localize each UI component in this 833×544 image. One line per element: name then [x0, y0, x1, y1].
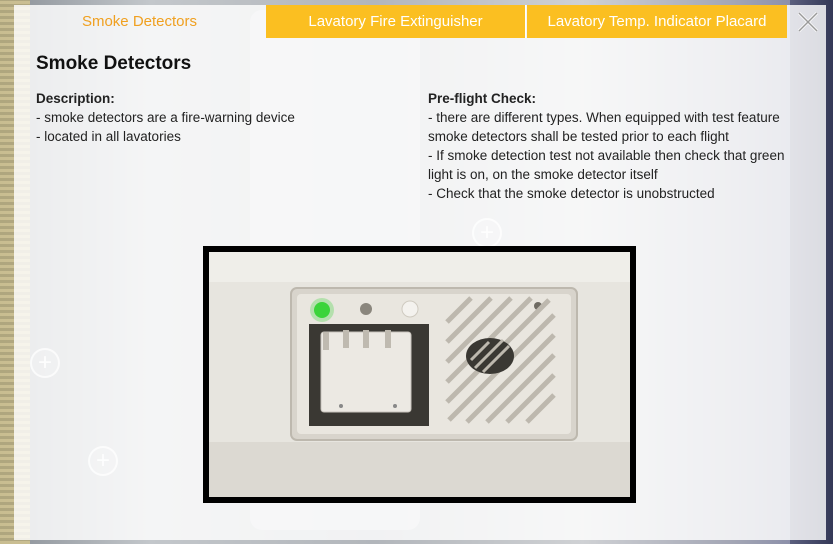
smoke-detector-photo: [203, 246, 636, 503]
preflight-line: - If smoke detection test not available …: [428, 148, 785, 182]
tab-bar: Smoke Detectors Lavatory Fire Extinguish…: [14, 5, 826, 38]
preflight-heading: Pre-flight Check:: [428, 91, 537, 106]
info-modal: Smoke Detectors Lavatory Fire Extinguish…: [14, 5, 826, 540]
preflight-line: - there are different types. When equipp…: [428, 110, 780, 144]
tab-lavatory-temp-indicator-placard[interactable]: Lavatory Temp. Indicator Placard: [527, 5, 787, 38]
smoke-detector-illustration: [209, 252, 630, 497]
close-icon[interactable]: [794, 8, 822, 36]
preflight-line: - Check that the smoke detector is unobs…: [428, 186, 715, 201]
description-line: - smoke detectors are a fire-warning dev…: [36, 110, 295, 125]
tab-smoke-detectors[interactable]: Smoke Detectors: [14, 5, 265, 38]
preflight-section: Pre-flight Check: - there are different …: [428, 89, 798, 203]
tab-lavatory-fire-extinguisher[interactable]: Lavatory Fire Extinguisher: [266, 5, 526, 38]
description-section: Description: - smoke detectors are a fir…: [36, 89, 396, 146]
description-heading: Description:: [36, 91, 115, 106]
description-line: - located in all lavatories: [36, 129, 181, 144]
page-title: Smoke Detectors: [36, 53, 192, 74]
